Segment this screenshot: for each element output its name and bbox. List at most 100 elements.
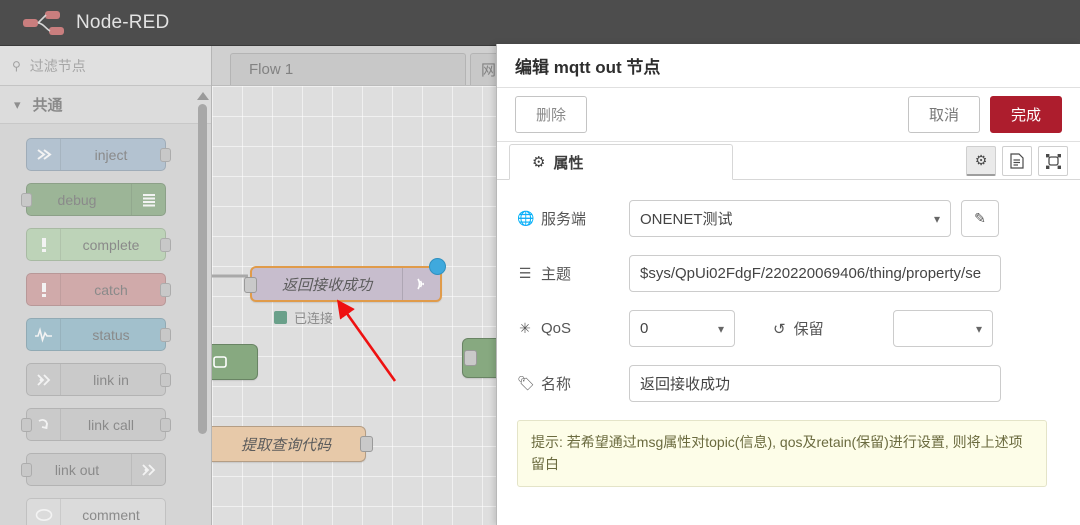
- palette-node-output-port: [160, 148, 171, 162]
- name-label-text: 名称: [541, 376, 572, 393]
- dialog-tabbar: ⚙ 属性 ⚙: [497, 142, 1080, 180]
- palette-node-label: debug: [57, 191, 97, 208]
- debug-list-icon: [131, 184, 165, 215]
- retain-select[interactable]: ▾: [893, 310, 993, 347]
- gear-icon[interactable]: ⚙: [966, 146, 996, 176]
- canvas-node-function[interactable]: 提取查询代码: [212, 426, 373, 462]
- asterisk-circle-icon: ✳: [519, 320, 531, 336]
- tag-icon: 🏷: [517, 375, 535, 391]
- palette-node-output-port: [160, 283, 171, 297]
- tab-flow-1[interactable]: Flow 1: [230, 53, 466, 85]
- palette-node-link-out[interactable]: link out: [21, 453, 166, 486]
- name-input[interactable]: 返回接收成功: [629, 365, 1001, 402]
- palette-node-comment[interactable]: comment: [26, 498, 166, 525]
- scrollbar-thumb[interactable]: [198, 104, 207, 434]
- undo-icon: ↺: [773, 320, 786, 338]
- dialog-action-bar: 删除 取消 完成: [497, 88, 1080, 142]
- palette-node-status[interactable]: status: [26, 318, 171, 351]
- server-label: 🌐 服务端: [517, 208, 629, 229]
- comment-icon: [27, 499, 61, 525]
- palette-category-label: 共通: [32, 97, 63, 114]
- server-select-value: ONENET测试: [640, 211, 733, 228]
- palette-node-list: inject debug complete catch status link in lin…: [0, 124, 211, 525]
- canvas-node-mqtt-out[interactable]: 返回接收成功: [244, 258, 446, 302]
- tip-message: 提示: 若希望通过msg属性对topic(信息), qos及retain(保留)…: [517, 420, 1047, 488]
- chevron-down-icon: ▾: [933, 211, 940, 226]
- tab-properties[interactable]: ⚙ 属性: [509, 144, 733, 180]
- tab-flow-1-label: Flow 1: [249, 61, 294, 78]
- node-red-logo-icon: [22, 10, 66, 36]
- palette-scrollbar[interactable]: [197, 92, 209, 512]
- palette-node-output-port: [160, 418, 171, 432]
- edit-node-dialog: 编辑 mqtt out 节点 删除 取消 完成 ⚙ 属性 ⚙ 🌐 服务端 ONE…: [496, 44, 1080, 525]
- delete-button[interactable]: 删除: [515, 96, 588, 133]
- done-button[interactable]: 完成: [989, 96, 1062, 133]
- chevron-down-icon: ▾: [975, 321, 982, 336]
- resize-layout-icon[interactable]: [1038, 146, 1068, 176]
- palette-node-label: inject: [94, 146, 128, 163]
- node-status-label: 已连接: [294, 311, 334, 326]
- palette-node-label: link call: [88, 416, 134, 433]
- palette-sidebar: ⚲ ▾ 共通 inject debug complete catch status lin…: [0, 46, 212, 525]
- topic-label-text: 主题: [541, 266, 572, 283]
- cancel-button[interactable]: 取消: [907, 96, 980, 133]
- exclamation-icon: [27, 229, 61, 260]
- topic-label: ☰ 主题: [517, 263, 629, 284]
- list-icon: ☰: [518, 265, 532, 281]
- palette-category-common[interactable]: ▾ 共通: [0, 86, 211, 124]
- palette-node-link-call[interactable]: link call: [21, 408, 171, 441]
- palette-node-input-port: [21, 463, 32, 477]
- palette-node-output-port: [160, 238, 171, 252]
- tab-properties-label: 属性: [553, 154, 584, 172]
- retain-label-text: 保留: [793, 321, 824, 338]
- palette-node-complete[interactable]: complete: [26, 228, 171, 261]
- qos-select[interactable]: 0 ▾: [629, 310, 735, 347]
- pulse-wave-icon: [27, 319, 61, 350]
- palette-node-label: comment: [82, 506, 140, 523]
- palette-node-output-port: [160, 373, 171, 387]
- canvas-node-mqtt-out-label: 返回接收成功: [281, 276, 372, 294]
- dialog-form: 🌐 服务端 ONENET测试 ▾ ✎ ☰ 主题 $sys/QpUi02FdgF/…: [497, 180, 1080, 525]
- pencil-icon: ✎: [974, 210, 986, 226]
- canvas-node-partial-left[interactable]: [212, 344, 258, 380]
- palette-node-input-port: [21, 418, 32, 432]
- canvas-node-port-right[interactable]: [464, 350, 477, 366]
- palette-node-label: complete: [82, 236, 140, 253]
- globe-icon: 🌐: [517, 210, 535, 226]
- palette-search-row[interactable]: ⚲: [0, 46, 211, 86]
- scroll-up-arrow-icon[interactable]: [197, 92, 209, 100]
- exclamation-icon: [27, 274, 61, 305]
- field-row-topic: ☰ 主题 $sys/QpUi02FdgF/220220069406/thing/…: [517, 255, 1060, 292]
- action-spacer: [597, 96, 898, 133]
- document-icon[interactable]: [1002, 146, 1032, 176]
- app-header: Node-RED: [0, 0, 1080, 46]
- app-title: Node-RED: [76, 11, 170, 33]
- palette-node-output-port: [160, 328, 171, 342]
- topic-input-value: $sys/QpUi02FdgF/220220069406/thing/prope…: [640, 265, 982, 282]
- palette-node-inject[interactable]: inject: [26, 138, 171, 171]
- palette-node-link-in[interactable]: link in: [26, 363, 171, 396]
- topic-input[interactable]: $sys/QpUi02FdgF/220220069406/thing/prope…: [629, 255, 1001, 292]
- search-icon: ⚲: [12, 58, 21, 73]
- status-indicator-icon: [274, 311, 287, 324]
- chevron-down-icon: ▾: [717, 321, 724, 336]
- palette-node-debug[interactable]: debug: [21, 183, 166, 216]
- node-status-connected: 已连接: [274, 308, 333, 327]
- gear-icon: ⚙: [532, 154, 546, 171]
- node-red-editor: Node-RED ⚲ ▾ 共通 inject debug complete catch…: [0, 0, 1080, 525]
- qos-label-text: QoS: [541, 320, 572, 337]
- server-select[interactable]: ONENET测试 ▾: [629, 200, 951, 237]
- retain-label: ↺ 保留: [773, 318, 893, 339]
- node-input-port[interactable]: [244, 277, 257, 293]
- tab-flow-2-label: 网: [481, 62, 497, 79]
- palette-node-label: link in: [93, 371, 129, 388]
- palette-node-label: link out: [54, 461, 100, 478]
- chevron-down-icon: ▾: [14, 96, 21, 112]
- node-output-port[interactable]: [360, 436, 373, 452]
- edit-server-button[interactable]: ✎: [961, 200, 999, 237]
- search-input[interactable]: [27, 56, 188, 75]
- field-row-name: 🏷 名称 返回接收成功: [517, 365, 1060, 402]
- link-call-icon: [27, 409, 61, 440]
- palette-node-catch[interactable]: catch: [26, 273, 171, 306]
- qos-label: ✳ QoS: [517, 320, 629, 337]
